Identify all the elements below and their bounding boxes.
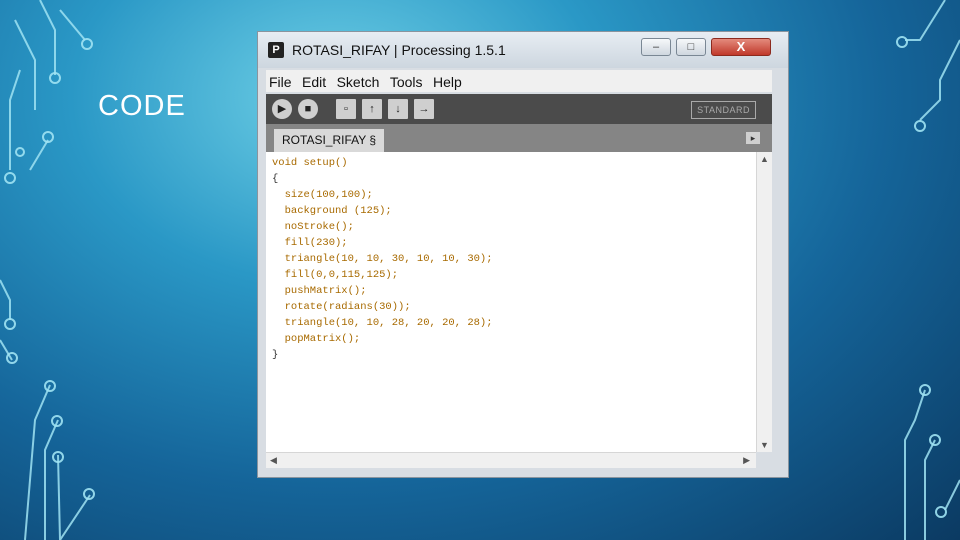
scroll-left-icon[interactable]: ◀: [270, 455, 277, 466]
code-line: triangle(10, 10, 28, 20, 20, 28);: [272, 317, 493, 329]
vertical-scrollbar[interactable]: ▲ ▼: [756, 152, 772, 452]
scroll-up-icon[interactable]: ▲: [760, 154, 769, 164]
code-line: {: [272, 173, 279, 185]
tab-sketch[interactable]: ROTASI_RIFAY §: [274, 129, 385, 152]
code-line: void setup(): [272, 157, 348, 169]
new-icon[interactable]: ▫: [336, 99, 356, 119]
scroll-down-icon[interactable]: ▼: [760, 440, 769, 450]
menu-edit[interactable]: Edit: [299, 70, 329, 90]
save-icon[interactable]: ↓: [388, 99, 408, 119]
code-line: pushMatrix();: [272, 285, 367, 297]
window-title: ROTASI_RIFAY | Processing 1.5.1: [292, 42, 506, 58]
code-line: fill(230);: [272, 237, 348, 249]
slide-title: CODE: [98, 90, 186, 122]
tab-bar: ROTASI_RIFAY § ▸: [266, 124, 772, 152]
menu-help[interactable]: Help: [430, 70, 465, 90]
code-line: popMatrix();: [272, 333, 361, 345]
code-line: rotate(radians(30));: [272, 301, 411, 313]
scroll-right-icon[interactable]: ▶: [743, 455, 750, 466]
open-icon[interactable]: ↑: [362, 99, 382, 119]
code-line: fill(0,0,115,125);: [272, 269, 399, 281]
menu-tools[interactable]: Tools: [387, 70, 426, 90]
menu-sketch[interactable]: Sketch: [334, 70, 383, 90]
run-icon[interactable]: ▶: [272, 99, 292, 119]
tab-menu-icon[interactable]: ▸: [746, 132, 760, 144]
horizontal-scrollbar[interactable]: ◀ ▶: [266, 452, 756, 468]
title-bar: P ROTASI_RIFAY | Processing 1.5.1 – □ X: [258, 32, 788, 68]
code-line: noStroke();: [272, 221, 354, 233]
processing-app-icon: P: [268, 42, 284, 58]
code-line: size(100,100);: [272, 189, 373, 201]
toolbar: ▶ ■ ▫ ↑ ↓ → STANDARD: [266, 94, 772, 124]
processing-window: P ROTASI_RIFAY | Processing 1.5.1 – □ X …: [257, 31, 789, 478]
maximize-button[interactable]: □: [676, 38, 706, 56]
minimize-button[interactable]: –: [641, 38, 671, 56]
code-line: triangle(10, 10, 30, 10, 10, 30);: [272, 253, 493, 265]
code-editor[interactable]: void setup() { size(100,100); background…: [266, 152, 772, 452]
code-line: background (125);: [272, 205, 392, 217]
stop-icon[interactable]: ■: [298, 99, 318, 119]
menu-bar: File Edit Sketch Tools Help: [266, 70, 772, 92]
close-button[interactable]: X: [711, 38, 771, 56]
code-line: }: [272, 349, 279, 361]
menu-file[interactable]: File: [266, 70, 295, 90]
export-icon[interactable]: →: [414, 99, 434, 119]
mode-selector[interactable]: STANDARD: [691, 101, 756, 119]
code-text: void setup() { size(100,100); background…: [272, 155, 493, 363]
